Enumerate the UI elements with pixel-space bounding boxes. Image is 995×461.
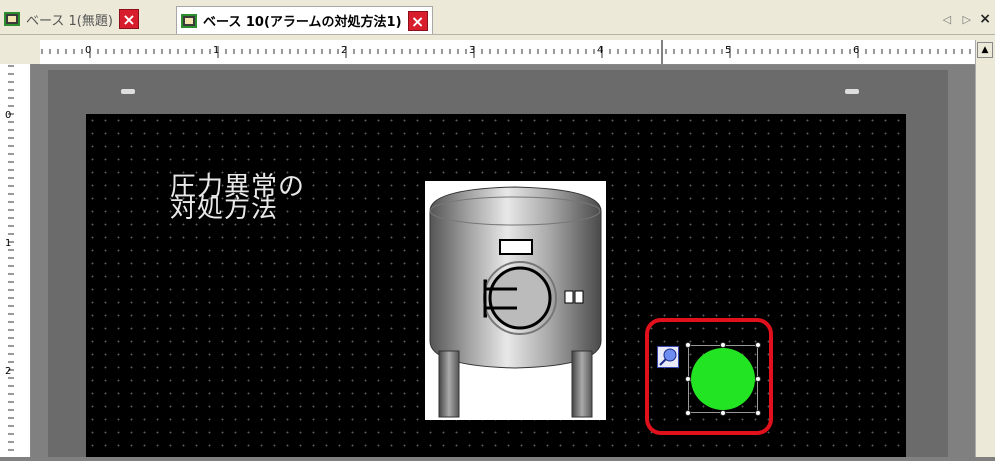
tab-label: ベース 1(無題) [26,13,113,29]
resize-handle[interactable] [755,342,761,348]
screen-icon [181,13,197,28]
resize-handle[interactable] [755,376,761,382]
ruler-label: 1 [213,45,220,56]
resize-handle[interactable] [685,376,691,382]
window-close-icon[interactable]: × [979,11,991,27]
ruler-label: 1 [5,238,12,249]
tab-base-1[interactable]: ベース 1(無題) × [0,6,139,32]
tab-scroll-arrows-icon[interactable]: ◁ ▷ [943,13,975,26]
ruler-label: 0 [85,45,92,56]
ruler-label: 0 [5,110,12,121]
ruler-label: 2 [5,366,12,377]
tank-icon [429,186,602,418]
ruler-corner [0,40,40,64]
close-icon[interactable]: × [407,10,428,31]
tab-label: ベース 10(アラームの対処方法1) [203,15,402,30]
frame-marker [121,89,135,94]
ruler-label: 2 [341,45,348,56]
ruler-label: 3 [469,45,476,56]
vertical-ruler: 0 1 2 [0,64,31,457]
lamp-indicator[interactable] [691,348,755,410]
horizontal-ruler-ticks [41,40,971,64]
tab-bar: ベース 1(無題) × ベース 10(アラームの対処方法1) × ◁ ▷ × [0,0,995,35]
vertical-scrollbar[interactable]: ▲ [975,40,995,457]
screen-icon [4,12,20,26]
frame-marker [845,89,859,94]
screen-title-text[interactable]: 圧力異常の 対処方法 [170,174,305,222]
tab-base-10[interactable]: ベース 10(アラームの対処方法1) × [176,6,433,34]
close-icon[interactable]: × [118,9,139,29]
lamp-part-icon [657,346,679,368]
ruler-label: 4 [597,45,604,56]
scroll-up-arrow-icon[interactable]: ▲ [977,42,993,58]
vertical-ruler-ticks [8,65,14,451]
resize-handle[interactable] [755,410,761,416]
resize-handle[interactable] [720,410,726,416]
ruler-label: 6 [853,45,860,56]
resize-handle[interactable] [685,342,691,348]
horizontal-ruler: 0 1 2 3 4 5 6 [40,40,976,65]
magnifier-icon [659,348,677,366]
tank-image[interactable] [425,181,606,420]
resize-handle[interactable] [720,342,726,348]
resize-handle[interactable] [685,410,691,416]
ruler-label: 5 [725,45,732,56]
